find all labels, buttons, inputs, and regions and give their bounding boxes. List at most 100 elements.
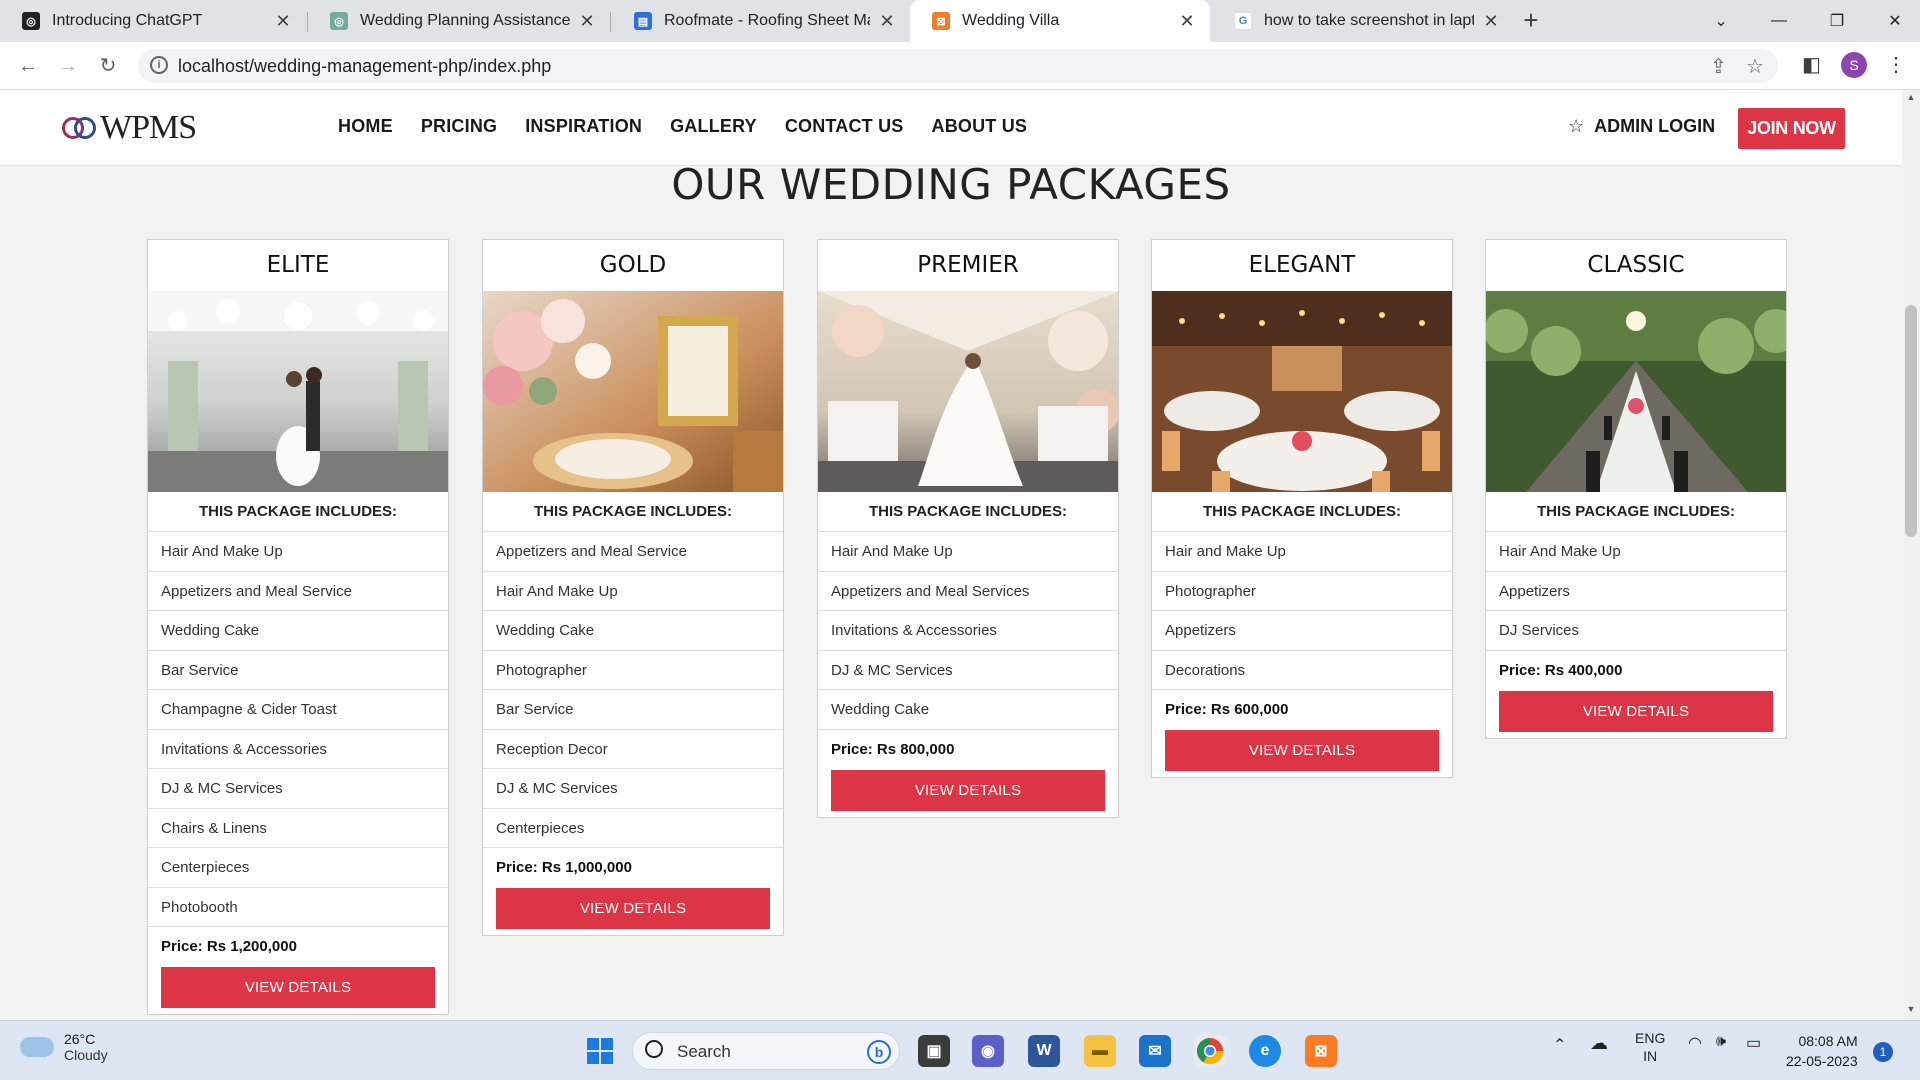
package-name: ELEGANT — [1248, 252, 1356, 278]
package-name: PREMIER — [917, 252, 1019, 278]
bing-icon[interactable]: b — [867, 1040, 891, 1064]
taskbar-search[interactable]: Search b — [632, 1032, 900, 1070]
system-clock[interactable]: 08:08 AM 22-05-2023 — [1786, 1031, 1858, 1071]
chrome-menu-icon[interactable]: ⋮ — [1886, 52, 1906, 77]
browser-toolbar: ← → ↻ i localhost/wedding-management-php… — [0, 42, 1920, 90]
volume-icon[interactable]: 🕪 — [1716, 1033, 1726, 1051]
package-price: Price: Rs 800,000 — [831, 740, 955, 758]
tab-title: Wedding Villa — [962, 12, 1060, 29]
view-details-button[interactable]: VIEW DETAILS — [1165, 730, 1439, 771]
forward-button[interactable]: → — [54, 52, 82, 80]
windows-start-icon[interactable] — [584, 1035, 616, 1067]
scrollbar-thumb[interactable] — [1905, 305, 1917, 537]
mail-icon[interactable]: ✉ — [1139, 1035, 1171, 1067]
battery-icon[interactable]: ▭ — [1746, 1033, 1761, 1053]
bookmark-star-icon[interactable]: ☆ — [1746, 54, 1764, 79]
view-details-button[interactable]: VIEW DETAILS — [1499, 690, 1773, 732]
network-cloud-icon[interactable]: ☁ — [1590, 1033, 1608, 1054]
package-item: DJ & MC Services — [148, 769, 448, 809]
weather-widget[interactable]: 26°C Cloudy — [20, 1031, 108, 1063]
package-item: Invitations & Accessories — [818, 611, 1118, 651]
share-icon[interactable]: ⇪ — [1710, 54, 1727, 79]
package-item: DJ & MC Services — [483, 769, 783, 809]
package-item: Wedding Cake — [148, 611, 448, 651]
page-scrollbar[interactable] — [1902, 90, 1920, 1020]
package-image-gold — [483, 291, 783, 492]
edge-icon[interactable]: e — [1249, 1035, 1281, 1067]
file-explorer-icon[interactable]: ▬ — [1084, 1035, 1116, 1067]
show-hidden-icons[interactable]: ⌃ — [1553, 1035, 1566, 1055]
scroll-down-arrow[interactable]: ▼ — [1905, 1004, 1917, 1014]
site-info-icon[interactable]: i — [150, 56, 168, 74]
close-tab-icon[interactable]: ✕ — [1178, 11, 1196, 32]
package-item: Chairs & Linens — [148, 809, 448, 848]
close-tab-icon[interactable]: ✕ — [878, 11, 896, 32]
join-now-button[interactable]: JOIN NOW — [1738, 108, 1845, 149]
xampp-icon[interactable]: ⊠ — [1305, 1035, 1337, 1067]
language-indicator[interactable]: ENG IN — [1635, 1029, 1665, 1065]
package-name: GOLD — [599, 252, 667, 278]
chatgpt-icon: ◎ — [330, 12, 348, 30]
package-item: Invitations & Accessories — [148, 730, 448, 769]
package-item: DJ & MC Services — [818, 651, 1118, 690]
reload-button[interactable]: ↻ — [94, 52, 122, 80]
restore-button[interactable]: ❐ — [1808, 0, 1866, 42]
side-panel-icon[interactable]: ◧ — [1802, 52, 1821, 77]
site-logo[interactable]: WPMS — [62, 109, 197, 146]
includes-heading: THIS PACKAGE INCLUDES: — [148, 492, 448, 532]
nav-home[interactable]: HOME — [338, 116, 393, 137]
task-view-icon[interactable]: ▣ — [918, 1035, 950, 1067]
package-item: Photographer — [483, 651, 783, 690]
package-card-premier: PREMIER THIS PACKAGE INCLUDES: Hair And … — [817, 239, 1119, 818]
package-card-gold: GOLD THIS PACKAGE INCLUDES: Appetizers a… — [482, 239, 784, 936]
admin-login-label: ADMIN LOGIN — [1594, 116, 1716, 136]
cloud-icon — [20, 1037, 54, 1057]
chatgpt-icon: ◎ — [22, 12, 40, 30]
scroll-up-arrow[interactable]: ▲ — [1905, 92, 1917, 102]
tab-roofmate[interactable]: ▤ Roofmate - Roofing Sheet Manuf ✕ — [612, 0, 910, 42]
nav-contact-us[interactable]: CONTACT US — [785, 116, 904, 137]
nav-inspiration[interactable]: INSPIRATION — [525, 116, 642, 137]
url-text[interactable]: localhost/wedding-management-php/index.p… — [178, 56, 551, 77]
new-tab-button[interactable]: + — [1516, 6, 1546, 36]
back-button[interactable]: ← — [14, 52, 42, 80]
admin-login-link[interactable]: ☆ ADMIN LOGIN — [1568, 116, 1715, 137]
region-code: IN — [1643, 1048, 1658, 1064]
minimize-button[interactable]: — — [1750, 0, 1808, 42]
wifi-icon[interactable]: ◠ — [1688, 1033, 1702, 1053]
package-item: Appetizers and Meal Services — [818, 572, 1118, 611]
tab-search-icon[interactable]: ⌄ — [1692, 0, 1750, 42]
xampp-icon: ⊠ — [932, 12, 950, 30]
package-card-elite: ELITE THIS PACKAGE INCLUDES: Hair And Ma… — [147, 239, 449, 1015]
package-price: Price: Rs 1,000,000 — [496, 859, 632, 876]
close-tab-icon[interactable]: ✕ — [1482, 11, 1500, 32]
word-icon[interactable]: W — [1028, 1035, 1060, 1067]
clock-date: 22-05-2023 — [1786, 1053, 1858, 1069]
chrome-icon[interactable] — [1194, 1035, 1226, 1067]
close-tab-icon[interactable]: ✕ — [578, 11, 596, 32]
tab-wedding-villa[interactable]: ⊠ Wedding Villa ✕ — [910, 0, 1210, 42]
tab-chatgpt-intro[interactable]: ◎ Introducing ChatGPT ✕ — [0, 0, 306, 42]
package-item: Wedding Cake — [483, 611, 783, 651]
tab-google-search[interactable]: G how to take screenshot in laptop ✕ — [1212, 0, 1514, 42]
tab-wedding-planning[interactable]: ◎ Wedding Planning Assistance ✕ — [308, 0, 610, 42]
close-tab-icon[interactable]: ✕ — [274, 11, 292, 32]
notification-badge[interactable]: 1 — [1873, 1042, 1893, 1062]
profile-avatar[interactable]: S — [1841, 52, 1867, 78]
address-bar[interactable]: i localhost/wedding-management-php/index… — [138, 49, 1778, 83]
nav-about-us[interactable]: ABOUT US — [932, 116, 1028, 137]
tab-title: how to take screenshot in laptop — [1264, 12, 1474, 29]
teams-chat-icon[interactable]: ◉ — [972, 1035, 1004, 1067]
nav-gallery[interactable]: GALLERY — [670, 116, 757, 137]
weather-temp: 26°C — [64, 1031, 96, 1047]
tab-title: Wedding Planning Assistance — [360, 12, 570, 29]
nav-pricing[interactable]: PRICING — [421, 116, 497, 137]
close-window-button[interactable]: ✕ — [1866, 0, 1920, 42]
view-details-button[interactable]: VIEW DETAILS — [831, 769, 1105, 811]
package-price: Price: Rs 400,000 — [1499, 661, 1623, 679]
view-details-button[interactable]: VIEW DETAILS — [161, 967, 435, 1008]
view-details-button[interactable]: VIEW DETAILS — [496, 888, 770, 929]
package-item: Champagne & Cider Toast — [148, 690, 448, 730]
language-code: ENG — [1635, 1030, 1666, 1046]
browser-tab-bar: ◎ Introducing ChatGPT ✕ ◎ Wedding Planni… — [0, 0, 1920, 42]
